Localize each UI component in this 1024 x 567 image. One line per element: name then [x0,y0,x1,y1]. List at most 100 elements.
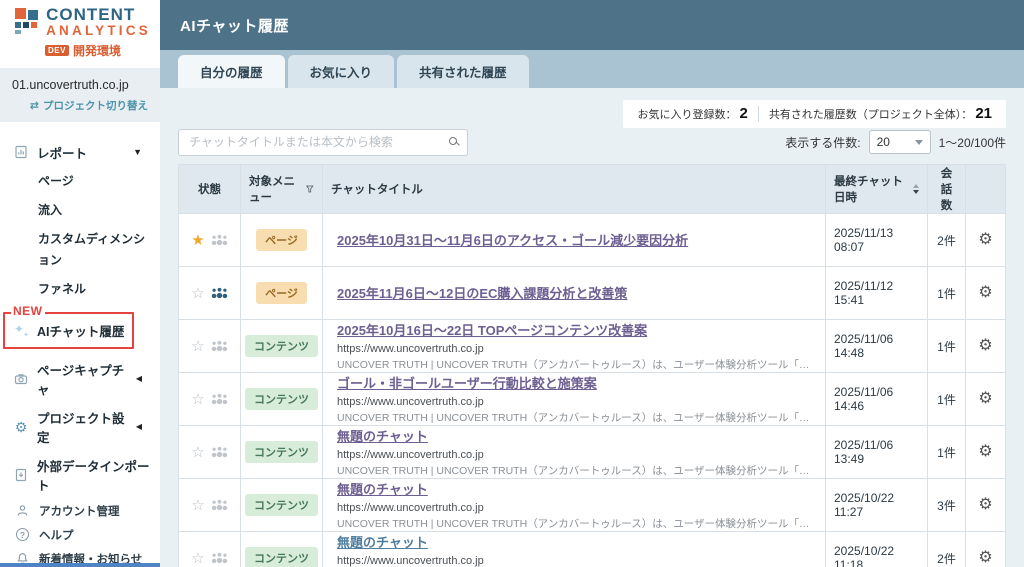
shared-users-icon[interactable] [211,340,228,352]
menu-badge: ページ [256,282,307,304]
pagination-range: 1〜20/100件 [938,135,1006,150]
tab-my-history[interactable]: 自分の履歴 [178,55,285,88]
chat-title-link[interactable]: 2025年11月6日〜12日のEC購入課題分析と改善策 [337,283,627,302]
sidebar-menu: レポート ▼ ページ 流入 カスタムディメンション ファネル NEW ✦ ✦ AI… [0,122,160,499]
sidebar-item-page-capture[interactable]: ページキャプチャ ◀ [0,355,160,403]
last-chat-datetime: 2025/11/06 13:49 [825,425,928,479]
logo-grid-icon [15,8,41,35]
row-settings-gear-icon[interactable]: ⚙ [978,549,992,566]
sidebar-item-project-settings[interactable]: ⚙ プロジェクト設定 ◀ [0,403,160,451]
favorite-star-icon[interactable]: ☆ [191,286,204,301]
shared-users-icon[interactable] [211,287,228,299]
shared-users-icon[interactable] [211,393,228,405]
favorites-count-label: お気に入り登録数： [637,109,737,121]
sidebar-item-account[interactable]: アカウント管理 [0,499,160,523]
sidebar-item-inflow[interactable]: 流入 [0,196,160,225]
main-area: AIチャット履歴 自分の履歴 お気に入り 共有された履歴 お気に入り登録数： 2 … [160,0,1024,567]
logo[interactable]: CONTENT ANALYTICS DEV 開発環境 [0,0,160,63]
toolbar: 表示する件数: 20 1〜20/100件 [178,128,1006,156]
row-settings-gear-icon[interactable]: ⚙ [978,390,992,407]
sidebar: CONTENT ANALYTICS DEV 開発環境 01.uncovertru… [0,0,160,567]
shared-users-icon[interactable] [211,499,228,511]
favorite-star-icon[interactable]: ☆ [191,445,204,460]
sparkle-icon: ✦ ✦ [14,322,29,340]
row-settings-gear-icon[interactable]: ⚙ [978,231,992,248]
chat-url: https://www.uncovertruth.co.jp [337,449,484,461]
new-badge: NEW [11,303,45,318]
last-chat-datetime: 2025/11/06 14:46 [825,372,928,426]
table-row: ☆ コンテンツ 無題のチャット https://www.uncovertruth… [178,531,1006,567]
chat-url: https://www.uncovertruth.co.jp [337,343,484,355]
sidebar-item-help[interactable]: ? ヘルプ [0,523,160,547]
gear-icon: ⚙ [14,418,28,435]
chat-url: https://www.uncovertruth.co.jp [337,502,484,514]
favorite-star-icon[interactable]: ★ [191,233,204,248]
ai-chat-highlight-box: NEW ✦ ✦ AIチャット履歴 [3,304,134,349]
sidebar-item-page[interactable]: ページ [0,167,160,196]
col-header-datetime[interactable]: 最終チャット日時 [825,164,928,214]
favorite-star-icon[interactable]: ☆ [191,498,204,513]
col-header-menu[interactable]: 対象メニュー [240,164,323,214]
sidebar-item-funnel[interactable]: ファネル [0,275,160,304]
row-settings-gear-icon[interactable]: ⚙ [978,337,992,354]
chat-title-link[interactable]: 無題のチャット [337,479,428,498]
project-switch-link[interactable]: ⇄ プロジェクト切り替え [12,98,148,113]
row-settings-gear-icon[interactable]: ⚙ [978,443,992,460]
menu-badge: ページ [256,229,307,251]
sidebar-item-ai-chat-history[interactable]: ✦ ✦ AIチャット履歴 [5,314,132,347]
menu-badge: コンテンツ [245,388,318,410]
shared-users-icon[interactable] [211,446,228,458]
tab-favorites[interactable]: お気に入り [287,55,395,88]
chevron-left-icon: ◀ [135,422,142,432]
favorite-star-icon[interactable]: ☆ [191,392,204,407]
chat-description: UNCOVER TRUTH | UNCOVER TRUTH（アンカバートゥルース… [337,412,817,424]
col-header-count: 会話数 [927,164,966,214]
sidebar-item-report[interactable]: レポート ▼ [0,138,160,167]
logo-text-analytics: ANALYTICS [46,23,151,38]
per-page-label: 表示する件数: [785,135,861,150]
menu-badge: コンテンツ [245,441,318,463]
favorite-star-icon[interactable]: ☆ [191,551,204,566]
swap-icon: ⇄ [29,99,39,112]
sidebar-item-data-import[interactable]: 外部データインポート [0,451,160,499]
chat-title-link[interactable]: 2025年10月16日〜22日 TOPページコンテンツ改善案 [337,320,647,339]
last-chat-datetime: 2025/11/06 14:48 [825,319,928,373]
sort-icon[interactable] [913,184,919,194]
conversation-count: 1件 [927,425,966,479]
col-header-title: チャットタイトル [322,164,826,214]
table-row: ☆ コンテンツ ゴール・非ゴールユーザー行動比較と施策案 https://www… [178,372,1006,426]
horizontal-scrollbar[interactable] [0,563,160,567]
last-chat-datetime: 2025/10/22 11:18 [825,531,928,567]
filter-funnel-icon[interactable] [306,184,314,194]
row-settings-gear-icon[interactable]: ⚙ [978,284,992,301]
sidebar-item-custom-dimension[interactable]: カスタムディメンション [0,225,160,275]
conversation-count: 1件 [927,319,966,373]
shared-users-icon[interactable] [211,234,228,246]
row-settings-gear-icon[interactable]: ⚙ [978,496,992,513]
col-header-actions [965,164,1006,214]
table-row: ☆ コンテンツ 2025年10月16日〜22日 TOPページコンテンツ改善案 h… [178,319,1006,373]
chat-title-link[interactable]: 2025年10月31日〜11月6日のアクセス・ゴール減少要因分析 [337,230,688,249]
search-icon[interactable] [449,136,457,145]
camera-icon [14,373,28,384]
app-root: CONTENT ANALYTICS DEV 開発環境 01.uncovertru… [0,0,1024,567]
favorite-star-icon[interactable]: ☆ [191,339,204,354]
shared-count-value: 21 [975,105,992,122]
conversation-count: 1件 [927,372,966,426]
sidebar-footer-links: アカウント管理 ? ヘルプ 新着情報・お知らせ 活用ブログ ドキュメント お問い… [0,499,160,567]
per-page-select[interactable]: 20 [868,130,931,154]
tab-shared-history[interactable]: 共有された履歴 [397,55,529,88]
chat-title-link[interactable]: 無題のチャット [337,532,428,551]
chevron-left-icon: ◀ [135,374,142,384]
search-input[interactable] [178,128,468,156]
conversation-count: 1件 [927,266,966,320]
shared-users-icon[interactable] [211,552,228,564]
project-box: 01.uncovertruth.co.jp ⇄ プロジェクト切り替え [0,67,160,122]
conversation-count: 3件 [927,478,966,532]
chat-title-link[interactable]: 無題のチャット [337,426,428,445]
report-chart-icon [15,145,27,159]
chevron-down-icon: ▼ [133,147,142,158]
user-icon [17,505,28,516]
chat-title-link[interactable]: ゴール・非ゴールユーザー行動比較と施策案 [337,373,597,392]
tabbar: 自分の履歴 お気に入り 共有された履歴 [160,50,1024,88]
